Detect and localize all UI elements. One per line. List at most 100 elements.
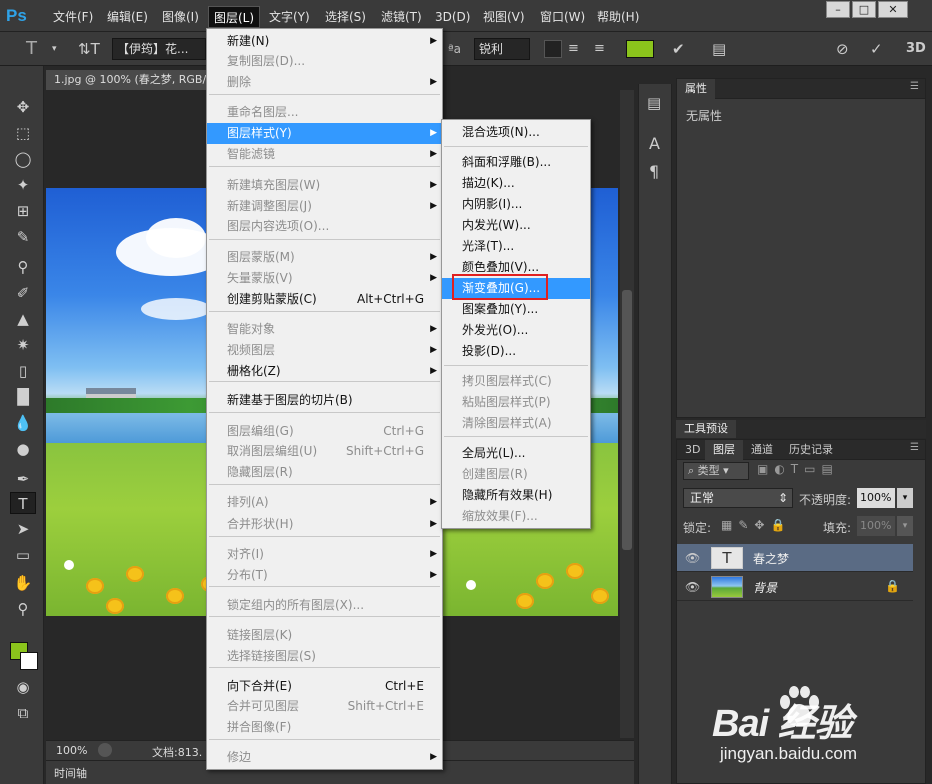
opacity-input[interactable]: 100% [857, 488, 895, 508]
tab-tool-presets[interactable]: 工具预设 [676, 420, 736, 438]
anti-alias-select[interactable]: 锐利 [474, 38, 530, 60]
tab-layers[interactable]: 图层 [705, 440, 743, 460]
brush-tool-icon[interactable]: ✐ [10, 282, 36, 304]
layer-row-text[interactable]: 👁 T 春之梦 [677, 544, 913, 572]
layer-style-item[interactable]: 隐藏所有效果(H) [442, 485, 590, 506]
chevron-down-icon[interactable]: ▾ [52, 38, 57, 60]
commit-icon[interactable]: ✓ [870, 38, 883, 60]
layer-menu-item[interactable]: 新建基于图层的切片(B) [207, 390, 442, 411]
layer-name[interactable]: 背景 [753, 579, 777, 596]
eyedropper-icon[interactable]: ✎ [10, 226, 36, 248]
menubar: Ps 文件(F) 编辑(E) 图像(I) 图层(L) 文字(Y) 选择(S) 滤… [0, 0, 932, 32]
layer-style-item[interactable]: 混合选项(N)... [442, 122, 590, 143]
visibility-eye-icon[interactable]: 👁 [685, 580, 700, 594]
text-color-swatch[interactable] [626, 40, 654, 58]
cancel-icon[interactable]: ⊘ [836, 38, 849, 60]
minimize-icon[interactable]: – [826, 1, 850, 18]
layer-menu-item[interactable]: 图层样式(Y) ▶ [207, 123, 442, 144]
status-menu-icon[interactable] [98, 743, 112, 757]
layer-style-item[interactable]: 投影(D)... [442, 341, 590, 362]
layer-menu-item[interactable]: 新建(N) ▶ [207, 31, 442, 52]
filter-icons[interactable]: ▣◐T▭▤ [757, 462, 839, 476]
close-icon[interactable]: ✕ [878, 1, 908, 18]
layer-style-item[interactable]: 内发光(W)... [442, 215, 590, 236]
gradient-tool-icon[interactable]: █ [10, 386, 36, 408]
warp-text-icon[interactable]: ✔ [672, 38, 685, 60]
pen-tool-icon[interactable]: ✒ [10, 468, 36, 490]
rectangle-tool-icon[interactable]: ▭ [10, 544, 36, 566]
layer-menu-item[interactable]: 栅格化(Z) ▶ [207, 361, 442, 382]
quick-selection-icon[interactable]: ✦ [10, 174, 36, 196]
screen-mode-icon[interactable]: ⧉ [10, 702, 36, 724]
tab-history[interactable]: 历史记录 [781, 440, 841, 460]
lock-icons[interactable]: ▦✎✥🔒 [721, 518, 791, 532]
path-selection-icon[interactable]: ➤ [10, 518, 36, 540]
menu-window[interactable]: 窗口(W) [535, 6, 590, 28]
menu-layer[interactable]: 图层(L) [208, 6, 261, 28]
quick-mask-icon[interactable]: ◉ [10, 676, 36, 698]
layer-style-item[interactable]: 斜面和浮雕(B)... [442, 152, 590, 173]
paragraph-icon[interactable]: ¶ [649, 162, 659, 181]
marquee-tool-icon[interactable]: ⬚ [10, 122, 36, 144]
3d-mode-icon[interactable]: 3D [906, 38, 926, 60]
crop-tool-icon[interactable]: ⊞ [10, 200, 36, 222]
character-panel-icon[interactable]: ▤ [712, 38, 726, 60]
lasso-tool-icon[interactable]: ◯ [10, 148, 36, 170]
layer-name[interactable]: 春之梦 [753, 550, 789, 567]
healing-brush-icon[interactable]: ⚲ [10, 256, 36, 278]
type-tool-icon[interactable]: T [10, 492, 36, 514]
fill-input[interactable]: 100% [857, 516, 895, 536]
blur-tool-icon[interactable]: 💧 [10, 412, 36, 434]
toggle-text-orientation-icon[interactable]: ⇅T [78, 38, 100, 60]
align-left-icon[interactable] [544, 40, 562, 58]
menu-item-label: 图层样式(Y) [227, 126, 292, 140]
blend-mode-select[interactable]: 正常 ⇕ [683, 488, 793, 508]
history-brush-icon[interactable]: ✷ [10, 334, 36, 356]
scrollbar-thumb[interactable] [622, 290, 632, 550]
layer-style-item[interactable]: 描边(K)... [442, 173, 590, 194]
document-tab[interactable]: 1.jpg @ 100% (春之梦, RGB/8) [46, 70, 211, 90]
layer-filter-select[interactable]: ⌕ 类型 ▾ [683, 462, 749, 480]
chevron-down-icon[interactable]: ▾ [897, 488, 913, 508]
tab-properties[interactable]: 属性 [677, 79, 715, 99]
align-right-icon[interactable]: ≡ [594, 38, 605, 60]
layer-style-item[interactable]: 光泽(T)... [442, 236, 590, 257]
maximize-icon[interactable]: □ [852, 1, 876, 18]
align-center-icon[interactable]: ≡ [568, 38, 579, 60]
timeline-tab[interactable]: 时间轴 [54, 765, 87, 781]
zoom-level[interactable]: 100% [56, 744, 87, 757]
panel-menu-icon[interactable]: ☰ [910, 81, 919, 92]
visibility-eye-icon[interactable]: 👁 [685, 551, 700, 565]
tab-3d[interactable]: 3D [677, 440, 708, 460]
font-family-select[interactable]: 【伊筠】花... [112, 38, 206, 60]
layer-menu-item[interactable]: 向下合并(E) Ctrl+E [207, 676, 442, 697]
layer-style-item[interactable]: 图案叠加(Y)... [442, 299, 590, 320]
menu-type[interactable]: 文字(Y) [264, 6, 315, 28]
menu-select[interactable]: 选择(S) [320, 6, 371, 28]
layer-style-item[interactable]: 外发光(O)... [442, 320, 590, 341]
layer-style-item[interactable]: 全局光(L)... [442, 443, 590, 464]
eraser-icon[interactable]: ▯ [10, 360, 36, 382]
layer-row-background[interactable]: 👁 背景 🔒 [677, 573, 913, 601]
panel-menu-icon[interactable]: ☰ [910, 442, 919, 453]
menu-file[interactable]: 文件(F) [48, 6, 98, 28]
layer-menu-item[interactable]: 创建剪贴蒙版(C) Alt+Ctrl+G [207, 289, 442, 310]
clone-stamp-icon[interactable]: ▲ [10, 308, 36, 330]
menu-filter[interactable]: 滤镜(T) [376, 6, 427, 28]
background-color-swatch[interactable] [20, 652, 38, 670]
layer-style-item[interactable]: 内阴影(I)... [442, 194, 590, 215]
type-tool-preset-icon[interactable]: T [26, 38, 37, 60]
move-tool-icon[interactable]: ✥ [10, 96, 36, 118]
menu-help[interactable]: 帮助(H) [592, 6, 644, 28]
history-panel-icon[interactable]: ▤ [647, 94, 661, 112]
dodge-tool-icon[interactable]: ● [10, 438, 36, 460]
tab-channels[interactable]: 通道 [743, 440, 781, 460]
menu-3d[interactable]: 3D(D) [430, 6, 475, 28]
hand-tool-icon[interactable]: ✋ [10, 572, 36, 594]
menu-edit[interactable]: 编辑(E) [102, 6, 153, 28]
zoom-tool-icon[interactable]: ⚲ [10, 598, 36, 620]
character-icon[interactable]: A [649, 134, 660, 153]
menu-image[interactable]: 图像(I) [157, 6, 204, 28]
chevron-down-icon[interactable]: ▾ [897, 516, 913, 536]
menu-view[interactable]: 视图(V) [478, 6, 530, 28]
